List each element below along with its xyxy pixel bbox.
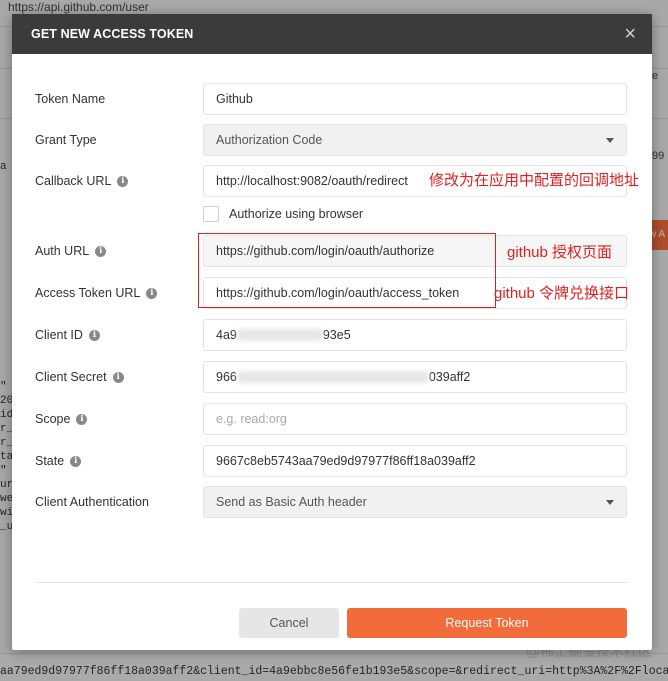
annotation-access-token-url: github 令牌兑换接口 bbox=[494, 285, 630, 302]
authorize-browser-checkbox[interactable] bbox=[203, 206, 219, 222]
info-icon[interactable]: i bbox=[146, 287, 158, 299]
info-icon[interactable]: i bbox=[95, 245, 107, 257]
scope-label: Scope i bbox=[35, 403, 88, 435]
label-text: Token Name bbox=[35, 92, 106, 106]
info-icon[interactable]: i bbox=[88, 329, 100, 341]
token-name-row: Token Name Github bbox=[35, 83, 627, 115]
field-value: Github bbox=[216, 92, 253, 106]
access-token-modal: GET NEW ACCESS TOKEN × Token Name Github… bbox=[12, 14, 652, 650]
cancel-button[interactable]: Cancel bbox=[239, 608, 339, 638]
auth-url-label: Auth URL i bbox=[35, 235, 107, 267]
label-text: Auth URL bbox=[35, 244, 90, 258]
client-id-input[interactable]: 4a9 93e5 bbox=[203, 319, 627, 351]
close-icon[interactable]: × bbox=[624, 24, 636, 44]
scope-row: Scope i e.g. read:org bbox=[35, 403, 627, 435]
annotation-auth-url: github 授权页面 bbox=[507, 244, 613, 261]
info-icon[interactable]: i bbox=[117, 175, 129, 187]
info-icon[interactable]: i bbox=[112, 371, 124, 383]
label-text: Callback URL bbox=[35, 174, 112, 188]
grant-type-label: Grant Type bbox=[35, 124, 97, 156]
field-value: Send as Basic Auth header bbox=[216, 495, 367, 509]
client-auth-select[interactable]: Send as Basic Auth header bbox=[203, 486, 627, 518]
field-value-end: 93e5 bbox=[322, 328, 351, 342]
label-text: Scope bbox=[35, 412, 71, 426]
label-text: Client Secret bbox=[35, 370, 107, 384]
client-secret-input[interactable]: 966 039aff2 bbox=[203, 361, 627, 393]
field-value: 9667c8eb5743aa79ed9d97977f86ff18a039aff2 bbox=[216, 454, 476, 468]
client-auth-label: Client Authentication bbox=[35, 486, 149, 518]
label-text: Client ID bbox=[35, 328, 83, 342]
checkbox-label: Authorize using browser bbox=[229, 207, 364, 221]
state-row: State i 9667c8eb5743aa79ed9d97977f86ff18… bbox=[35, 445, 627, 477]
field-value-start: 4a9 bbox=[216, 328, 237, 342]
grant-type-select[interactable]: Authorization Code bbox=[203, 124, 627, 156]
access-token-url-label: Access Token URL i bbox=[35, 277, 158, 309]
client-id-label: Client ID i bbox=[35, 319, 100, 351]
token-name-label: Token Name bbox=[35, 83, 105, 115]
request-token-button[interactable]: Request Token bbox=[347, 608, 627, 638]
client-secret-label: Client Secret i bbox=[35, 361, 124, 393]
scope-input[interactable]: e.g. read:org bbox=[203, 403, 627, 435]
info-icon[interactable]: i bbox=[70, 455, 82, 467]
state-input[interactable]: 9667c8eb5743aa79ed9d97977f86ff18a039aff2 bbox=[203, 445, 627, 477]
field-value-end: 039aff2 bbox=[428, 370, 471, 384]
client-secret-row: Client Secret i 966 039aff2 bbox=[35, 361, 627, 393]
label-text: Client Authentication bbox=[35, 495, 149, 509]
footer-divider bbox=[35, 582, 627, 583]
redacted-value bbox=[236, 329, 323, 341]
client-id-row: Client ID i 4a9 93e5 bbox=[35, 319, 627, 351]
label-text: Grant Type bbox=[35, 133, 97, 147]
field-value-start: 966 bbox=[216, 370, 237, 384]
info-icon[interactable]: i bbox=[76, 413, 88, 425]
chevron-down-icon bbox=[606, 138, 614, 143]
label-text: State bbox=[35, 454, 65, 468]
token-name-input[interactable]: Github bbox=[203, 83, 627, 115]
field-value: Authorization Code bbox=[216, 133, 323, 147]
modal-header: GET NEW ACCESS TOKEN × bbox=[12, 14, 652, 54]
callback-url-label: Callback URL i bbox=[35, 165, 129, 197]
highlight-box bbox=[198, 233, 496, 308]
chevron-down-icon bbox=[606, 500, 614, 505]
state-label: State i bbox=[35, 445, 82, 477]
authorize-browser-row: Authorize using browser bbox=[203, 206, 363, 222]
field-value: http://localhost:9082/oauth/redirect bbox=[216, 174, 408, 188]
label-text: Access Token URL bbox=[35, 286, 141, 300]
modal-title: GET NEW ACCESS TOKEN bbox=[31, 27, 194, 41]
grant-type-row: Grant Type Authorization Code bbox=[35, 124, 627, 156]
redacted-value bbox=[236, 371, 429, 383]
annotation-callback: 修改为在应用中配置的回调地址 bbox=[429, 172, 640, 189]
field-placeholder: e.g. read:org bbox=[216, 412, 287, 426]
client-auth-row: Client Authentication Send as Basic Auth… bbox=[35, 486, 627, 518]
